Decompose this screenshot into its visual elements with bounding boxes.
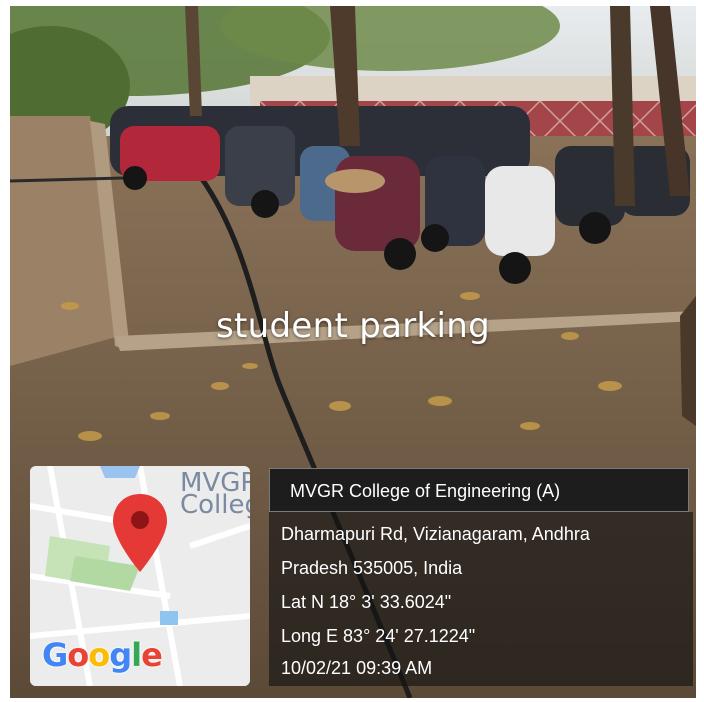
map-thumbnail[interactable]: MVGR Colleg Google bbox=[30, 466, 250, 686]
address-line-2: Pradesh 535005, India bbox=[281, 558, 463, 578]
location-details-panel: Dharmapuri Rd, Vizianagaram, Andhra Prad… bbox=[269, 512, 693, 686]
address-line-1: Dharmapuri Rd, Vizianagaram, Andhra bbox=[281, 524, 590, 544]
longitude: Long E 83° 24' 27.1224" bbox=[281, 626, 476, 646]
latitude: Lat N 18° 3' 33.6024" bbox=[281, 592, 452, 612]
photo-frame: student parking MVGR Colleg Google MVGR … bbox=[10, 6, 696, 698]
location-name: MVGR College of Engineering (A) bbox=[269, 468, 689, 512]
google-logo: Google bbox=[42, 636, 163, 674]
photo-caption: student parking bbox=[216, 306, 490, 346]
map-place-label: MVGR Colleg bbox=[180, 468, 250, 520]
timestamp: 10/02/21 09:39 AM bbox=[281, 658, 433, 678]
